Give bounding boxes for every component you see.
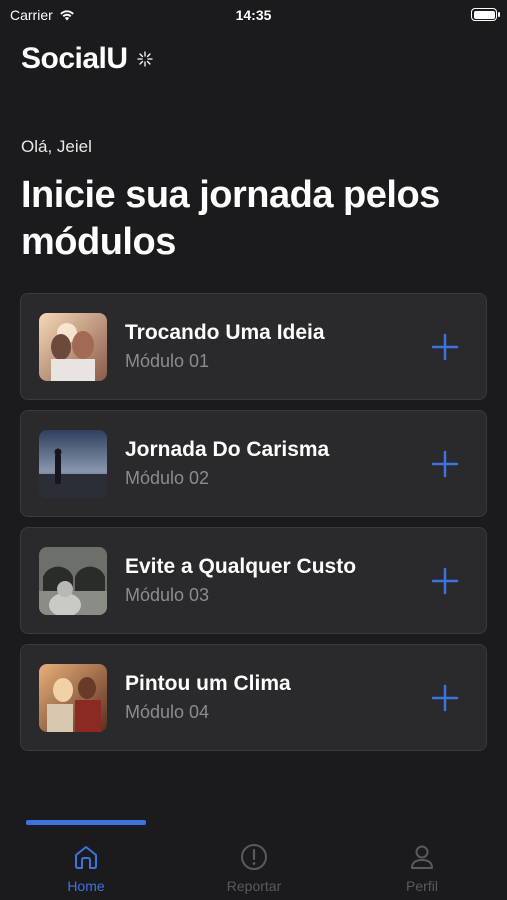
add-module-icon[interactable]	[430, 683, 460, 713]
module-list: Trocando Uma Ideia Módulo 01 Jornada Do …	[20, 293, 487, 761]
tab-perfil[interactable]: Perfil	[362, 842, 482, 894]
module-subtitle: Módulo 03	[125, 585, 210, 605]
alert-circle-icon	[241, 844, 267, 870]
module-thumbnail	[39, 312, 107, 381]
module-subtitle: Módulo 02	[125, 468, 210, 488]
module-thumbnail	[39, 546, 107, 615]
sparkle-icon	[136, 51, 153, 67]
tab-label: Home	[67, 878, 105, 894]
module-title: Evite a Qualquer Custo	[125, 555, 357, 578]
status-bar: Carrier 14:35	[0, 0, 507, 30]
module-thumbnail	[39, 429, 107, 498]
status-time: 14:35	[235, 7, 272, 23]
tab-label: Perfil	[406, 878, 438, 894]
module-card-04[interactable]: Pintou um Clima Módulo 04	[20, 644, 487, 751]
page-title: Inicie sua jornada pelos módulos	[21, 174, 440, 263]
brand-header: SocialU	[21, 42, 154, 76]
add-module-icon[interactable]	[430, 332, 460, 362]
tab-bar: Home Reportar Perfil	[0, 820, 507, 900]
module-subtitle: Módulo 04	[125, 702, 210, 722]
battery-icon	[471, 8, 500, 21]
module-card-01[interactable]: Trocando Uma Ideia Módulo 01	[20, 293, 487, 400]
module-thumbnail	[39, 663, 107, 732]
greeting-text: Olá, Jeiel	[21, 137, 92, 156]
add-module-icon[interactable]	[430, 449, 460, 479]
home-icon	[75, 846, 97, 869]
tab-reportar[interactable]: Reportar	[194, 842, 314, 894]
module-title: Trocando Uma Ideia	[125, 321, 325, 344]
tab-label: Reportar	[226, 878, 282, 894]
module-subtitle: Módulo 01	[125, 351, 210, 371]
active-tab-indicator	[26, 820, 146, 825]
add-module-icon[interactable]	[430, 566, 460, 596]
user-icon	[411, 845, 433, 869]
module-title: Pintou um Clima	[125, 672, 291, 695]
tab-home[interactable]: Home	[26, 842, 146, 894]
module-title: Jornada Do Carisma	[125, 438, 330, 461]
module-card-02[interactable]: Jornada Do Carisma Módulo 02	[20, 410, 487, 517]
brand-logo-text: SocialU	[21, 42, 128, 75]
module-card-03[interactable]: Evite a Qualquer Custo Módulo 03	[20, 527, 487, 634]
